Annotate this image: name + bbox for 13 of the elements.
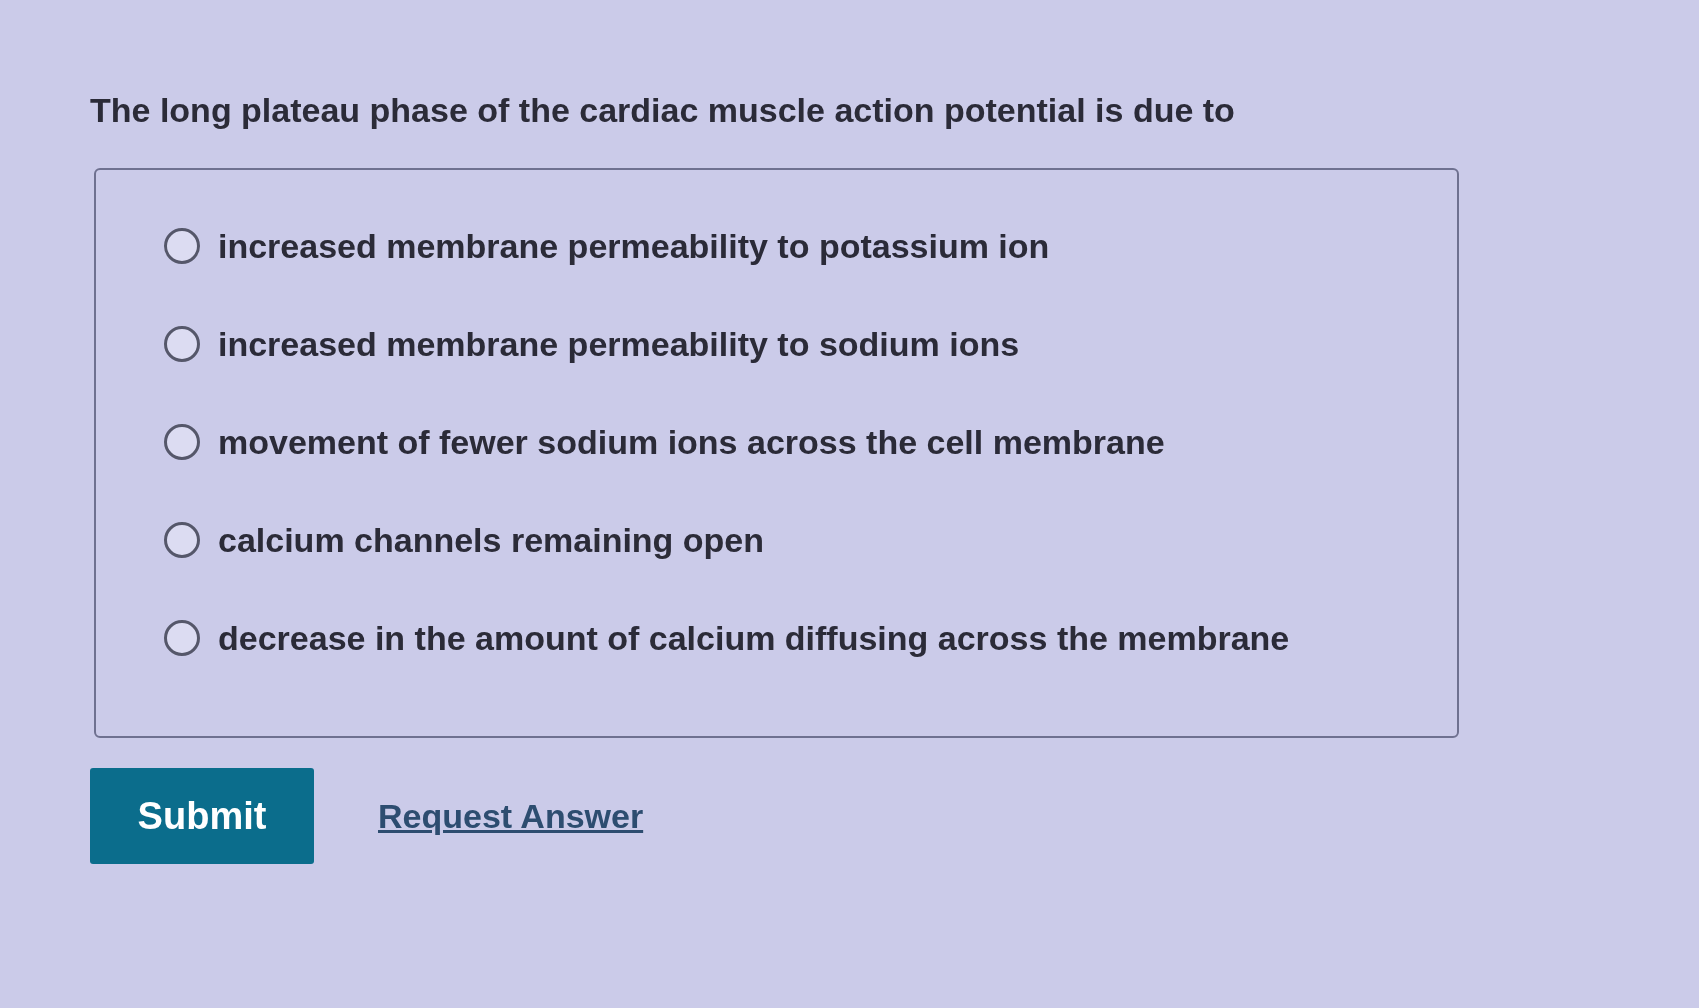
radio-button[interactable]: [164, 522, 200, 558]
option-label[interactable]: decrease in the amount of calcium diffusing across the membrane: [218, 616, 1290, 660]
radio-button[interactable]: [164, 424, 200, 460]
option-label[interactable]: calcium channels remaining open: [218, 518, 765, 562]
radio-button[interactable]: [164, 228, 200, 264]
question-text: The long plateau phase of the cardiac muscle action potential is due to: [90, 90, 1235, 131]
radio-button[interactable]: [164, 620, 200, 656]
option-label[interactable]: increased membrane permeability to potassium ion: [218, 224, 1050, 268]
option-label[interactable]: increased membrane permeability to sodium ions: [218, 322, 1020, 366]
radio-button[interactable]: [164, 326, 200, 362]
request-answer-link[interactable]: Request Answer: [378, 796, 644, 836]
submit-button[interactable]: Submit: [90, 768, 314, 864]
option-label[interactable]: movement of fewer sodium ions across the cell membrane: [218, 420, 1165, 464]
